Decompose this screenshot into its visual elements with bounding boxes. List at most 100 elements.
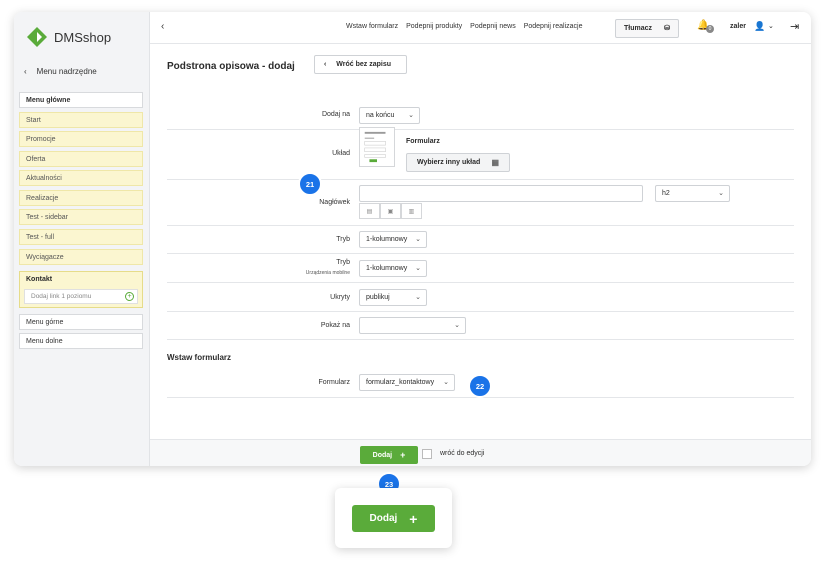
collapse-chevron-icon[interactable]: ‹ [161, 21, 164, 32]
add-link-label: Dodaj link 1 poziomu [31, 293, 92, 300]
plus-icon: + [409, 510, 418, 527]
layout-grid-icon: ▦ [491, 158, 499, 167]
divider [167, 225, 794, 226]
zoomed-add-button[interactable]: Dodaj + [352, 505, 435, 532]
translate-button[interactable]: Tłumacz ⛁ [615, 19, 679, 38]
divider [167, 129, 794, 130]
sidebar-item-bottom-menu[interactable]: Menu dolne [19, 333, 143, 349]
step-badge-22: 22 [468, 374, 492, 398]
sidebar: DMSshop ‹ Menu nadrzędne Menu główne Sta… [14, 12, 150, 466]
menu-back-label: Menu nadrzędne [36, 67, 97, 76]
main-content: Podstrona opisowa - dodaj ‹ Wróć bez zap… [150, 45, 811, 439]
notification-badge: 0 [706, 25, 714, 33]
chevron-down-icon: ⌄ [718, 190, 724, 197]
divider [167, 253, 794, 254]
return-to-edit-label: wróć do edycji [440, 450, 485, 457]
mobile-mode-value: 1-kolumnowy [366, 265, 408, 272]
divider [167, 311, 794, 312]
align-center-icon[interactable]: ▣ [380, 203, 401, 219]
choose-other-layout-button[interactable]: Wybierz inny układ ▦ [406, 153, 510, 172]
sidebar-item-oferta[interactable]: Oferta [19, 151, 143, 167]
sidebar-item-top-menu[interactable]: Menu górne [19, 314, 143, 330]
kontakt-group[interactable]: Kontakt Dodaj link 1 poziomu + [19, 271, 143, 308]
footer-bar: Dodaj + wróć do edycji [150, 439, 811, 466]
form-select[interactable]: formularz_kontaktowy ⌄ [359, 374, 455, 391]
hidden-value: publikuj [366, 294, 390, 301]
hidden-label: Ukryty [330, 294, 350, 301]
mode-select[interactable]: 1-kolumnowy ⌄ [359, 231, 427, 248]
chevron-down-icon[interactable]: ⌄ [768, 22, 774, 30]
step-badge-21: 21 [298, 172, 322, 196]
mode-label: Tryb [336, 236, 350, 243]
top-links: Wstaw formularz Podepnij produkty Podepn… [346, 23, 582, 30]
return-to-edit-checkbox[interactable] [422, 449, 432, 459]
divider [167, 339, 794, 340]
mobile-mode-sublabel: Urządzenia mobilne [305, 270, 350, 276]
sidebar-item-realizacje[interactable]: Realizacje [19, 190, 143, 206]
divider [167, 282, 794, 283]
logout-icon[interactable]: ⇥ [790, 20, 799, 33]
add-to-select[interactable]: na końcu ⌄ [359, 107, 420, 124]
chevron-down-icon: ⌄ [443, 379, 449, 386]
back-button-label: Wróć bez zapisu [336, 61, 392, 68]
back-without-save-button[interactable]: ‹ Wróć bez zapisu [314, 55, 407, 74]
show-on-select[interactable]: ⌄ [359, 317, 466, 334]
layout-thumbnail[interactable] [359, 127, 395, 167]
mobile-mode-label: Tryb [336, 259, 350, 266]
logo-text: DMSshop [54, 29, 112, 45]
database-icon: ⛁ [664, 25, 670, 32]
link-attach-products[interactable]: Podepnij produkty [406, 23, 462, 30]
link-attach-news[interactable]: Podepnij news [470, 23, 516, 30]
divider [167, 179, 794, 180]
align-right-icon[interactable]: ▥ [401, 203, 422, 219]
heading-input[interactable] [359, 185, 643, 202]
add-first-level-link[interactable]: Dodaj link 1 poziomu + [24, 289, 138, 304]
sidebar-item-wyciagacze[interactable]: Wyciągacze [19, 249, 143, 265]
sidebar-item-test-sidebar[interactable]: Test - sidebar [19, 209, 143, 225]
plus-circle-icon[interactable]: + [125, 292, 134, 301]
insert-form-section-title: Wstaw formularz [167, 353, 232, 362]
sidebar-item-promocje[interactable]: Promocje [19, 131, 143, 147]
chevron-down-icon: ⌄ [415, 294, 421, 301]
username[interactable]: zaler [730, 23, 746, 30]
chevron-left-icon: ‹ [324, 61, 327, 68]
user-icon[interactable]: 👤 [754, 21, 765, 32]
mode-value: 1-kolumnowy [366, 236, 408, 243]
sidebar-item-test-full[interactable]: Test - full [19, 229, 143, 245]
chevron-down-icon: ⌄ [454, 322, 460, 329]
plus-icon: + [400, 450, 406, 460]
add-button-label: Dodaj [372, 451, 393, 459]
logo[interactable]: DMSshop [26, 26, 111, 48]
layout-label: Układ [332, 150, 350, 157]
kontakt-label: Kontakt [26, 276, 53, 283]
heading-label: Nagłówek [319, 199, 350, 206]
chevron-down-icon: ⌄ [415, 236, 421, 243]
sidebar-item-start[interactable]: Start [19, 112, 143, 128]
alignment-buttons: ▤ ▣ ▥ [359, 203, 422, 219]
layout-name: Formularz [406, 138, 440, 145]
align-left-icon[interactable]: ▤ [359, 203, 380, 219]
heading-tag-select[interactable]: h2 ⌄ [655, 185, 730, 202]
link-insert-form[interactable]: Wstaw formularz [346, 23, 398, 30]
show-on-label: Pokaż na [320, 322, 350, 329]
page-title: Podstrona opisowa - dodaj [167, 61, 295, 72]
app-window: DMSshop ‹ Menu nadrzędne Menu główne Sta… [14, 12, 811, 466]
heading-tag-value: h2 [662, 190, 670, 197]
main-menu-header[interactable]: Menu główne [19, 92, 143, 108]
sidebar-item-aktualnosci[interactable]: Aktualności [19, 170, 143, 186]
form-label: Formularz [318, 379, 350, 386]
form-value: formularz_kontaktowy [366, 379, 435, 386]
link-attach-realizations[interactable]: Podepnij realizacje [524, 23, 583, 30]
choose-layout-label: Wybierz inny układ [417, 159, 481, 166]
mobile-mode-select[interactable]: 1-kolumnowy ⌄ [359, 260, 427, 277]
chevron-left-icon: ‹ [24, 67, 27, 76]
zoomed-add-label: Dodaj [369, 513, 398, 524]
add-to-value: na końcu [366, 112, 395, 119]
dmsshop-logo-icon [27, 27, 47, 47]
hidden-select[interactable]: publikuj ⌄ [359, 289, 427, 306]
layout-preview-icon [364, 131, 386, 163]
menu-back-link[interactable]: ‹ Menu nadrzędne [24, 67, 97, 76]
add-button[interactable]: Dodaj + [360, 446, 418, 464]
add-to-label: Dodaj na [321, 111, 350, 118]
chevron-down-icon: ⌄ [415, 265, 421, 272]
